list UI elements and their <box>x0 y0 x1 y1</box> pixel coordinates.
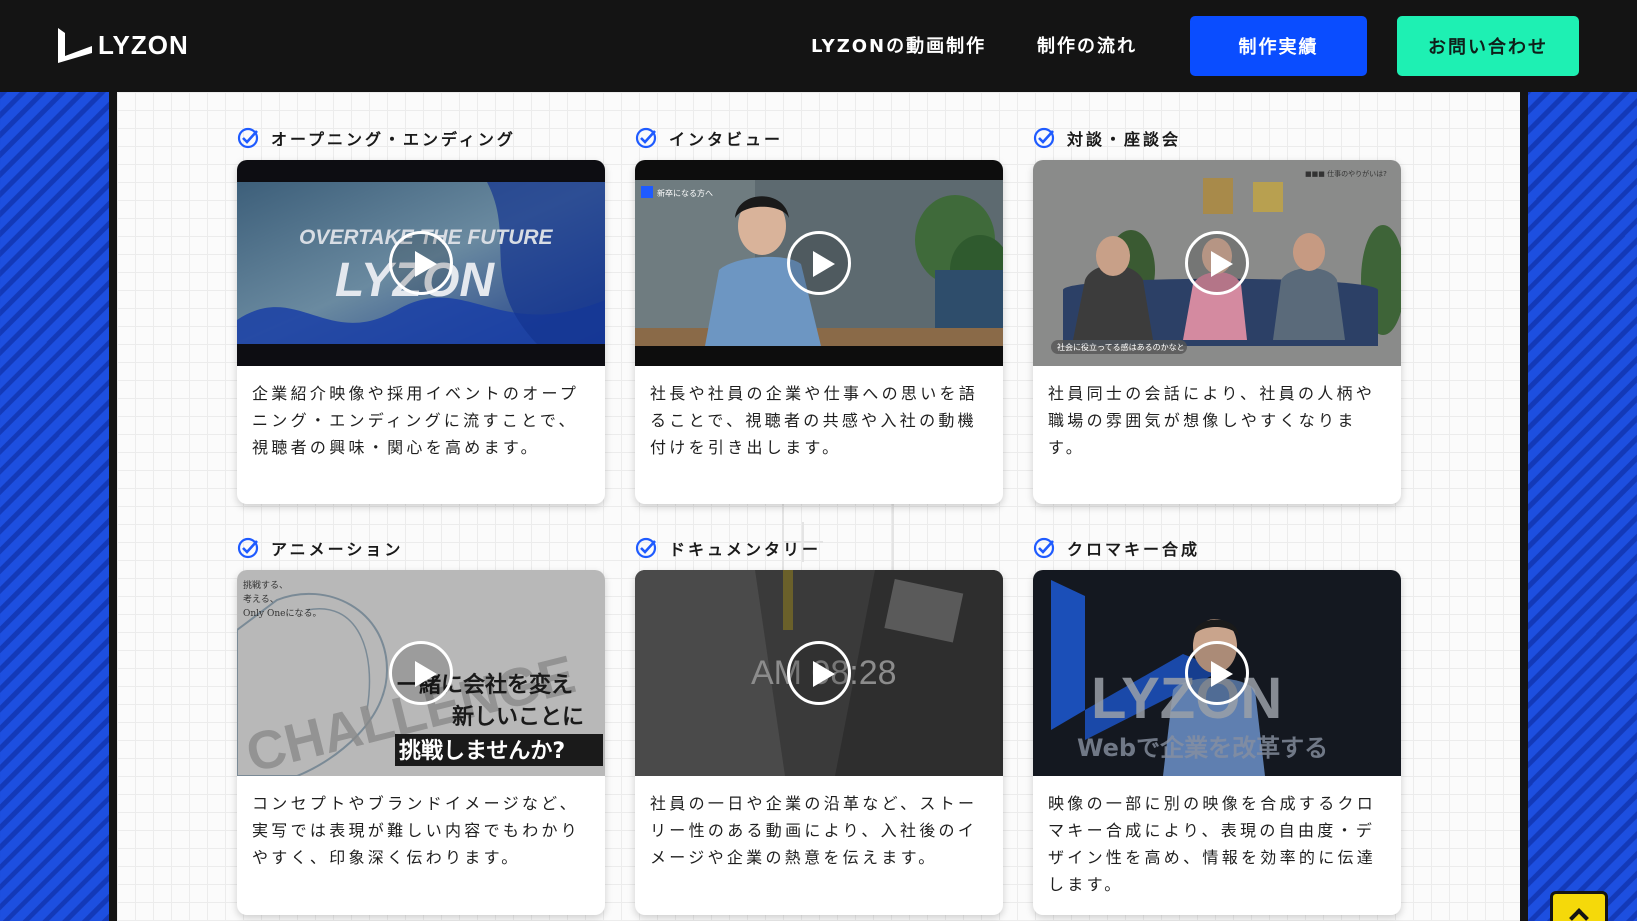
play-icon[interactable] <box>787 641 851 705</box>
card-title-animation: アニメーション <box>237 536 403 560</box>
video-card-documentary[interactable]: AM 08:28 社員の一日や企業の沿革など、ストーリー性のある動画により、入社… <box>635 570 1003 915</box>
card-description: 企業紹介映像や採用イベントのオープニング・エンディングに流すことで、視聴者の興味… <box>252 384 580 457</box>
thumb-text: 挑戦する、 <box>243 579 288 591</box>
play-icon[interactable] <box>389 641 453 705</box>
card-title-text: 対談・座談会 <box>1067 130 1182 149</box>
video-card-animation[interactable]: 挑戦する、 考える、 Only Oneになる。 CHALLENGE 一緒に会社を… <box>237 570 605 915</box>
check-circle-icon <box>1033 127 1055 149</box>
video-card-dialogue[interactable]: ■■■ 仕事のやりがいは? 社会に役立ってる感はあるのかなと 社員同士の会話によ… <box>1033 160 1401 504</box>
check-circle-icon <box>635 537 657 559</box>
card-description: コンセプトやブランドイメージなど、実写では表現が難しい内容でもわかりやすく、印象… <box>252 794 581 867</box>
thumb-text: 新しいことに <box>452 704 584 730</box>
card-title-interview: インタビュー <box>635 126 783 150</box>
nav-video-production[interactable]: LYZONの動画制作 <box>811 32 986 58</box>
card-title-text: ドキュメンタリー <box>669 540 822 559</box>
logo-mark-icon <box>58 28 92 63</box>
thumb-text: 新卒になる方へ <box>657 188 713 198</box>
works-button[interactable]: 制作実績 <box>1190 16 1367 76</box>
video-card-interview[interactable]: 新卒になる方へ 社長や社員の企業や仕事への思いを語ることで、視聴者の共感や入社の… <box>635 160 1003 504</box>
site-header: LYZON LYZONの動画制作 制作の流れ 制作実績 お問い合わせ <box>0 0 1637 92</box>
frame-left-edge <box>109 92 117 921</box>
nav-production-flow[interactable]: 制作の流れ <box>1037 32 1137 58</box>
chevron-up-icon <box>1569 908 1589 921</box>
check-circle-icon <box>1033 537 1055 559</box>
contact-button[interactable]: お問い合わせ <box>1397 16 1579 76</box>
thumb-text: ■■■ 仕事のやりがいは? <box>1305 169 1387 178</box>
card-title-dialogue: 対談・座談会 <box>1033 126 1181 150</box>
video-thumbnail[interactable]: 挑戦する、 考える、 Only Oneになる。 CHALLENGE 一緒に会社を… <box>237 570 605 776</box>
video-thumbnail[interactable]: 新卒になる方へ <box>635 160 1003 366</box>
scroll-to-top-button[interactable] <box>1550 891 1608 921</box>
card-title-text: インタビュー <box>669 130 784 149</box>
thumb-text: 社会に役立ってる感はあるのかなと <box>1057 342 1185 352</box>
play-icon[interactable] <box>787 231 851 295</box>
card-title-opening: オープニング・エンディング <box>237 126 516 150</box>
video-thumbnail[interactable]: AM 08:28 <box>635 570 1003 776</box>
frame-right-edge <box>1520 92 1528 921</box>
card-title-text: クロマキー合成 <box>1067 540 1201 559</box>
check-circle-icon <box>635 127 657 149</box>
card-title-text: オープニング・エンディング <box>271 130 516 149</box>
video-thumbnail[interactable]: OVERTAKE THE FUTURE LYZON <box>237 160 605 366</box>
check-circle-icon <box>237 127 259 149</box>
thumb-text: 挑戦しませんか? <box>399 739 565 764</box>
video-thumbnail[interactable]: LYZON Webで企業を改革する <box>1033 570 1401 776</box>
card-title-chromakey: クロマキー合成 <box>1033 536 1200 560</box>
play-icon[interactable] <box>1185 231 1249 295</box>
check-circle-icon <box>237 537 259 559</box>
site-logo[interactable]: LYZON <box>56 26 189 64</box>
play-icon[interactable] <box>1185 641 1249 705</box>
card-description: 社長や社員の企業や仕事への思いを語ることで、視聴者の共感や入社の動機付けを引き出… <box>650 384 979 457</box>
video-thumbnail[interactable]: ■■■ 仕事のやりがいは? 社会に役立ってる感はあるのかなと <box>1033 160 1401 366</box>
logo-text: LYZON <box>98 29 189 60</box>
thumb-text: Only Oneになる。 <box>243 608 322 619</box>
play-icon[interactable] <box>389 231 453 295</box>
card-description: 映像の一部に別の映像を合成するクロマキー合成により、表現の自由度・デザイン性を高… <box>1048 794 1377 894</box>
video-card-opening[interactable]: OVERTAKE THE FUTURE LYZON 企業紹介映像や採用イベントの… <box>237 160 605 504</box>
thumb-text: Webで企業を改革する <box>1077 734 1328 762</box>
card-description: 社員の一日や企業の沿革など、ストーリー性のある動画により、入社後のイメージや企業… <box>650 794 978 867</box>
card-title-text: アニメーション <box>271 540 404 559</box>
video-card-chromakey[interactable]: LYZON Webで企業を改革する 映像の一部に別の映像を合成するクロマキー合成… <box>1033 570 1401 915</box>
card-description: 社員同士の会話により、社員の人柄や職場の雰囲気が想像しやすくなります。 <box>1048 384 1376 457</box>
thumb-text: 考える、 <box>243 594 279 605</box>
card-title-documentary: ドキュメンタリー <box>635 536 821 560</box>
